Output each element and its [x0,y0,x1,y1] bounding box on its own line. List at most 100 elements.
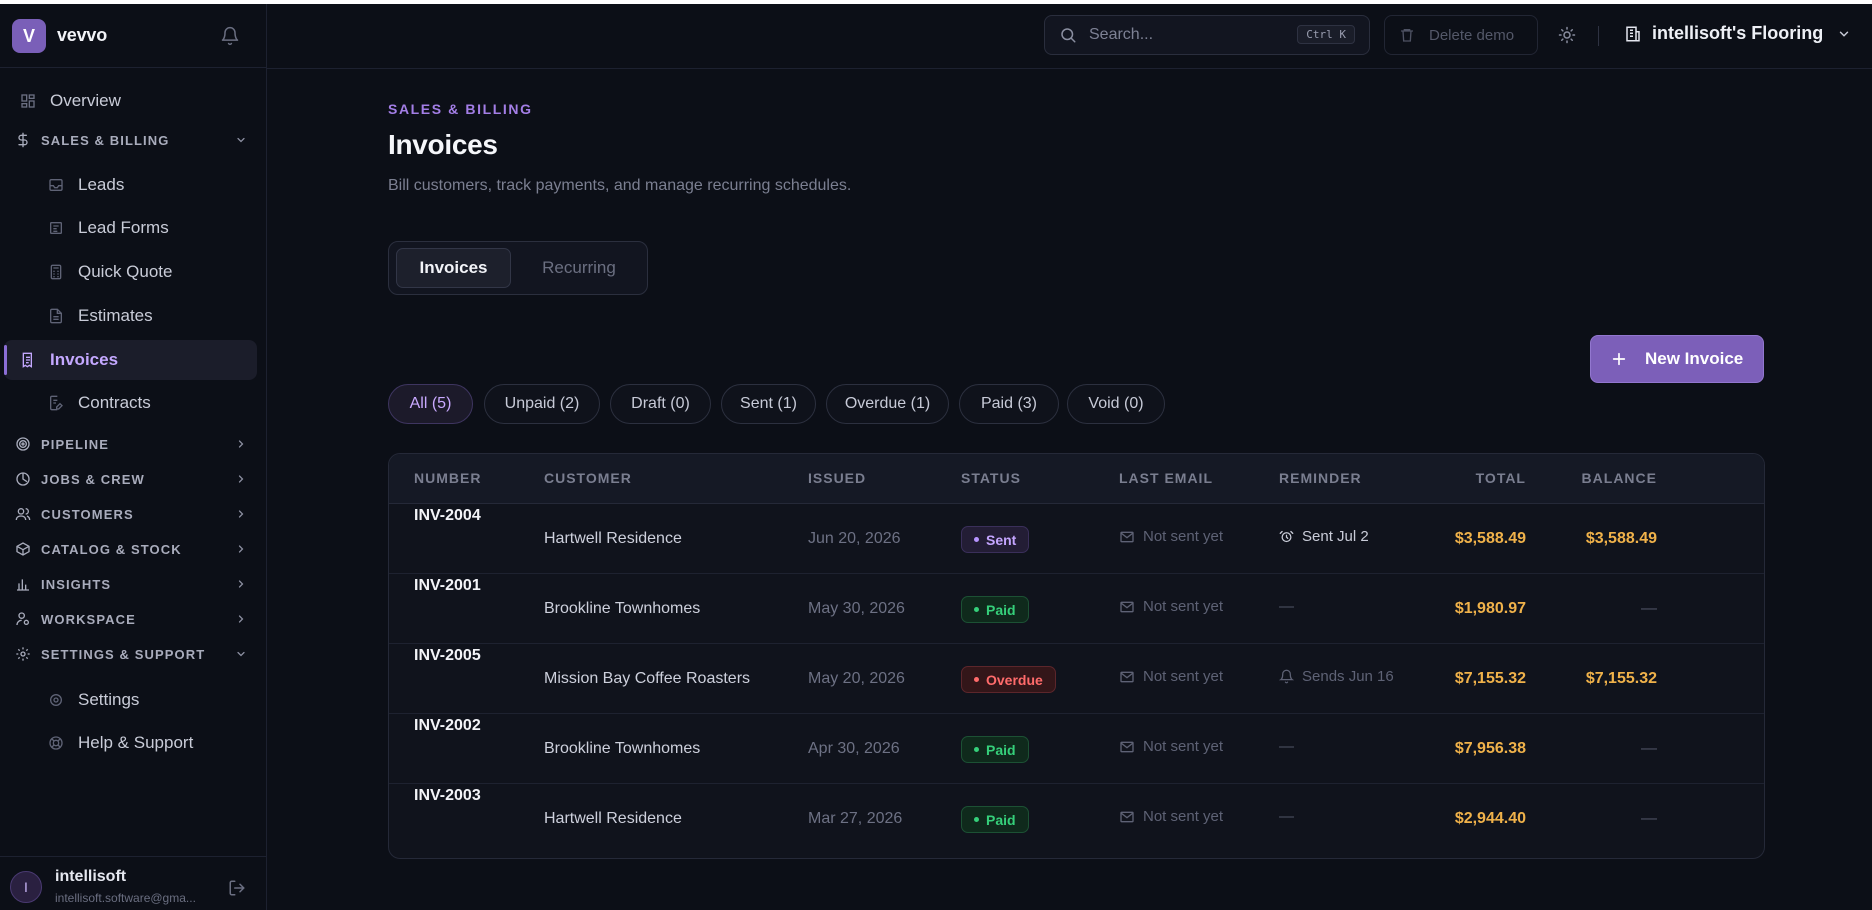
inbox-icon [48,177,64,193]
notifications-bell-icon[interactable] [220,26,240,46]
theme-toggle-sun-icon[interactable] [1558,26,1576,44]
app-logo[interactable]: V [12,19,46,53]
reminder-text: — [1279,738,1294,755]
status-dot [974,747,979,752]
filter-chip-void[interactable]: Void (0) [1067,384,1165,424]
table-row[interactable]: INV-2003 Hartwell Residence Mar 27, 2026… [389,784,1764,854]
sidebar-item-quick-quote[interactable]: Quick Quote [38,252,257,292]
org-switcher[interactable]: intellisoft's Flooring [1624,23,1851,44]
column-header-reminder[interactable]: REMINDER [1279,470,1362,486]
balance-amount: $7,155.32 [1585,670,1657,687]
sidebar-item-lead-forms[interactable]: Lead Forms [38,208,257,248]
plus-icon [1611,351,1627,367]
status-badge: Paid [961,806,1029,833]
invoice-number[interactable]: INV-2003 [414,787,481,805]
section-workspace[interactable]: WORKSPACE [8,602,257,636]
column-header-balance[interactable]: BALANCE [1582,470,1657,486]
status-badge: Sent [961,526,1030,553]
section-customers[interactable]: CUSTOMERS [8,497,257,531]
table-row[interactable]: INV-2001 Brookline Townhomes May 30, 202… [389,574,1764,644]
sidebar-item-overview[interactable]: Overview [8,81,257,121]
section-jobs-crew[interactable]: JOBS & CREW [8,462,257,496]
section-label: SALES & BILLING [41,132,170,148]
section-settings-support[interactable]: SETTINGS & SUPPORT [8,637,257,671]
chevron-right-icon [235,543,247,555]
new-invoice-label: New Invoice [1645,349,1744,368]
mail-icon [1119,669,1135,685]
section-label: INSIGHTS [41,576,112,592]
bell-icon [1279,669,1294,684]
filter-chip-all[interactable]: All (5) [388,384,473,424]
new-invoice-button[interactable]: New Invoice [1590,335,1764,383]
chevron-down-icon [1837,27,1851,41]
column-header-status[interactable]: STATUS [961,470,1021,486]
column-header-issued[interactable]: ISSUED [808,470,866,486]
total-amount: $3,588.49 [1454,530,1526,547]
customer-name: Brookline Townhomes [544,740,701,757]
logout-icon[interactable] [228,879,246,897]
sidebar-item-invoices[interactable]: Invoices [4,340,257,380]
section-pipeline[interactable]: PIPELINE [8,427,257,461]
reminder-text: — [1279,808,1294,825]
invoice-number[interactable]: INV-2001 [414,577,481,595]
org-name: intellisoft's Flooring [1652,23,1824,43]
chevron-right-icon [235,473,247,485]
filter-chip-sent[interactable]: Sent (1) [721,384,816,424]
filter-chip-paid[interactable]: Paid (3) [959,384,1059,424]
page-subtitle: Bill customers, track payments, and mana… [388,177,852,194]
section-catalog-stock[interactable]: CATALOG & STOCK [8,532,257,566]
table-row[interactable]: INV-2002 Brookline Townhomes Apr 30, 202… [389,714,1764,784]
sidebar-item-help-support[interactable]: Help & Support [38,723,257,763]
view-segmented-control: Invoices Recurring [388,241,648,295]
target-icon [15,436,31,452]
chevron-down-icon [235,134,247,146]
tab-invoices[interactable]: Invoices [396,248,511,288]
lifebuoy-icon [48,735,64,751]
table-row[interactable]: INV-2005 Mission Bay Coffee Roasters May… [389,644,1764,714]
form-icon [48,220,64,236]
sidebar-item-leads[interactable]: Leads [38,165,257,205]
user-cog-icon [15,611,31,627]
section-label: SETTINGS & SUPPORT [41,646,206,662]
sidebar-item-estimates[interactable]: Estimates [38,296,257,336]
search-input[interactable]: Search... Ctrl K [1044,15,1370,55]
invoices-table: NUMBER CUSTOMER ISSUED STATUS LAST EMAIL… [388,453,1765,859]
sidebar-item-label: Contracts [78,393,151,412]
sidebar-item-label: Settings [78,690,140,709]
invoice-number[interactable]: INV-2005 [414,647,481,665]
section-sales-billing[interactable]: SALES & BILLING [8,123,257,157]
hard-hat-icon [15,471,31,487]
search-icon [1059,26,1077,44]
status-label: Paid [986,601,1016,618]
chevron-right-icon [235,578,247,590]
column-header-total[interactable]: TOTAL [1476,470,1526,486]
status-dot [974,817,979,822]
column-header-customer[interactable]: CUSTOMER [544,470,632,486]
building-icon [1624,25,1642,43]
filter-chip-unpaid[interactable]: Unpaid (2) [484,384,600,424]
section-insights[interactable]: INSIGHTS [8,567,257,601]
filter-chip-overdue[interactable]: Overdue (1) [826,384,949,424]
chevron-down-icon [235,648,247,660]
tab-recurring[interactable]: Recurring [517,248,641,288]
column-header-number[interactable]: NUMBER [414,470,481,486]
status-dot [974,607,979,612]
last-email-text: Not sent yet [1143,668,1224,685]
sidebar-item-contracts[interactable]: Contracts [38,383,257,423]
receipt-icon [20,352,36,368]
delete-demo-button[interactable]: Delete demo [1384,15,1538,55]
invoice-number[interactable]: INV-2002 [414,717,481,735]
last-email-text: Not sent yet [1143,808,1224,825]
dollar-icon [15,132,31,148]
column-header-last-email[interactable]: LAST EMAIL [1119,470,1213,486]
avatar[interactable]: I [10,871,42,903]
app-window: V vevvo Overview SALES & BILLING Leads L… [0,4,1872,910]
invoice-number[interactable]: INV-2004 [414,507,481,525]
last-email-text: Not sent yet [1143,528,1224,545]
sidebar-item-settings[interactable]: Settings [38,680,257,720]
table-row[interactable]: INV-2004 Hartwell Residence Jun 20, 2026… [389,504,1764,574]
calculator-icon [48,264,64,280]
filter-chip-draft[interactable]: Draft (0) [610,384,711,424]
sidebar: V vevvo Overview SALES & BILLING Leads L… [0,4,267,910]
total-amount: $1,980.97 [1454,600,1526,617]
